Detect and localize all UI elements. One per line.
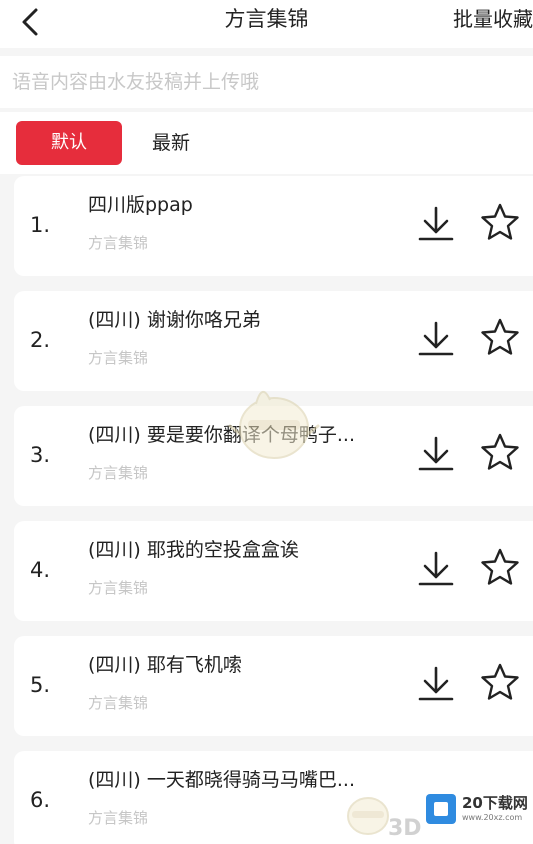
download-icon [418,666,454,701]
download-icon [418,321,454,356]
item-subtitle: 方言集锦 [88,464,149,482]
item-subtitle: 方言集锦 [88,234,149,252]
item-subtitle: 方言集锦 [88,694,149,712]
favorite-button[interactable] [480,547,520,587]
watermark-3d: 3D [388,816,422,841]
item-title[interactable]: (四川) 谢谢你咯兄弟 [88,305,408,335]
batch-favorite-button[interactable]: 批量收藏 [453,4,533,34]
tab-default[interactable]: 默认 [16,121,122,165]
download-button[interactable] [416,664,456,704]
item-title[interactable]: 四川版ppap [88,190,408,220]
notice-bar: 语音内容由水友投稿并上传哦 [0,56,533,108]
watermark-box-icon [426,794,456,824]
star-outline-icon [481,203,519,240]
item-title[interactable]: (四川) 耶我的空投盒盒诶 [88,535,408,565]
item-index: 4. [30,558,51,582]
list-item[interactable]: 4. (四川) 耶我的空投盒盒诶 方言集锦 [14,521,533,621]
favorite-button[interactable] [480,662,520,702]
mascot-watermark-icon [226,378,322,464]
list-item[interactable]: 1. 四川版ppap 方言集锦 [14,176,533,276]
header: 方言集锦 批量收藏 [0,0,533,48]
download-icon [418,551,454,586]
download-button[interactable] [416,319,456,359]
star-outline-icon [481,433,519,470]
star-outline-icon [481,318,519,355]
item-title[interactable]: (四川) 耶有飞机嗦 [88,650,408,680]
sort-tabs: 默认 最新 [0,112,533,174]
favorite-button[interactable] [480,317,520,357]
favorite-button[interactable] [480,432,520,472]
item-subtitle: 方言集锦 [88,809,149,827]
watermark-brand: 20下载网 [462,794,528,812]
favorite-button[interactable] [480,202,520,242]
star-outline-icon [481,548,519,585]
item-index: 2. [30,328,51,352]
item-subtitle: 方言集锦 [88,349,149,367]
item-index: 1. [30,213,51,237]
download-icon [418,206,454,241]
tab-latest[interactable]: 最新 [152,121,190,165]
item-index: 3. [30,443,51,467]
watermark-url: www.20xz.com [462,813,523,822]
download-icon [418,436,454,471]
download-button[interactable] [416,434,456,474]
download-button[interactable] [416,549,456,589]
item-subtitle: 方言集锦 [88,579,149,597]
list-item[interactable]: 2. (四川) 谢谢你咯兄弟 方言集锦 [14,291,533,391]
list-item[interactable]: 5. (四川) 耶有飞机嗦 方言集锦 [14,636,533,736]
notice-text: 语音内容由水友投稿并上传哦 [12,71,260,93]
star-outline-icon [481,663,519,700]
dialect-collection-page: 方言集锦 批量收藏 语音内容由水友投稿并上传哦 默认 最新 1. 四川版ppap… [0,0,533,844]
download-button[interactable] [416,204,456,244]
watermark-logo: 20下载网 www.20xz.com [426,792,531,826]
item-index: 6. [30,788,51,812]
item-index: 5. [30,673,51,697]
